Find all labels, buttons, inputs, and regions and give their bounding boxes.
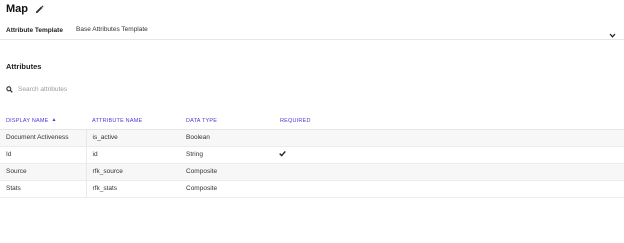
search-input[interactable] xyxy=(18,84,198,95)
cell-attribute-name: is_active xyxy=(86,129,180,147)
table-row[interactable]: Source rfk_source Composite xyxy=(0,163,624,181)
page-header: Map xyxy=(6,3,44,15)
cell-data-type: String xyxy=(180,146,274,164)
cell-attribute-name: rfk_source xyxy=(86,163,180,181)
cell-attribute-name: id xyxy=(86,146,180,164)
checkmark-icon xyxy=(279,150,286,157)
column-header-data-type[interactable]: DATA TYPE xyxy=(180,113,274,130)
search-icon xyxy=(6,86,13,93)
attributes-section-title: Attributes xyxy=(6,62,42,71)
cell-required xyxy=(274,146,624,164)
cell-required xyxy=(274,180,624,198)
pencil-icon[interactable] xyxy=(35,4,44,14)
search-box xyxy=(6,84,206,95)
page-title: Map xyxy=(6,3,28,15)
table-header-row: DISPLAY NAME ▲ ATTRIBUTE NAME DATA TYPE R… xyxy=(0,113,624,130)
column-header-attribute-name[interactable]: ATTRIBUTE NAME xyxy=(86,113,180,130)
table-row[interactable]: Stats rfk_stats Composite xyxy=(0,180,624,198)
cell-required xyxy=(274,129,624,147)
cell-display-name: Id xyxy=(0,146,87,164)
chevron-down-icon xyxy=(609,26,616,38)
attributes-table: DISPLAY NAME ▲ ATTRIBUTE NAME DATA TYPE R… xyxy=(0,113,624,198)
column-header-display-name[interactable]: DISPLAY NAME ▲ xyxy=(0,113,86,130)
sort-ascending-icon: ▲ xyxy=(51,117,57,124)
table-row[interactable]: Document Activeness is_active Boolean xyxy=(0,129,624,147)
cell-display-name: Source xyxy=(0,163,87,181)
attribute-template-value: Base Attributes Template xyxy=(76,26,148,33)
attribute-template-label: Attribute Template xyxy=(6,27,63,34)
table-row[interactable]: Id id String xyxy=(0,146,624,164)
cell-display-name: Document Activeness xyxy=(0,129,87,147)
column-header-required[interactable]: REQUIRED xyxy=(274,113,624,130)
cell-display-name: Stats xyxy=(0,180,87,198)
cell-data-type: Boolean xyxy=(180,129,274,147)
cell-data-type: Composite xyxy=(180,180,274,198)
cell-data-type: Composite xyxy=(180,163,274,181)
attribute-template-select[interactable]: Base Attributes Template xyxy=(74,23,620,38)
cell-required xyxy=(274,163,624,181)
cell-attribute-name: rfk_stats xyxy=(86,180,180,198)
attribute-template-row: Attribute Template Base Attributes Templ… xyxy=(0,19,624,40)
column-header-display-name-label: DISPLAY NAME xyxy=(6,118,49,125)
